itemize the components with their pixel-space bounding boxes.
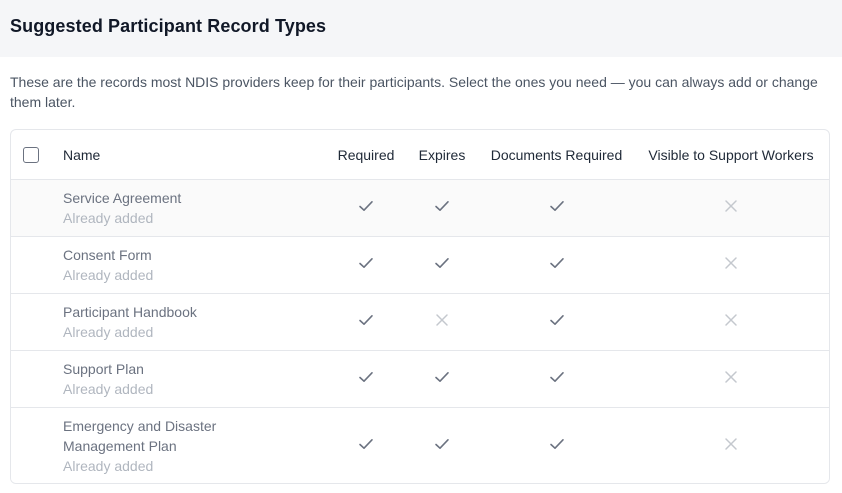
record-name-cell: Emergency and Disaster Management Plan Al… [63, 408, 328, 484]
required-cell [328, 350, 404, 408]
select-all-checkbox[interactable] [23, 147, 39, 164]
row-select-cell [11, 293, 63, 351]
check-icon [358, 436, 374, 457]
record-type-name: Emergency and Disaster Management Plan [63, 418, 217, 455]
column-header-visible-to-support-workers[interactable]: Visible to Support Workers [633, 130, 829, 180]
record-types-table: Name Required Expires Documents Required… [10, 129, 830, 484]
documents-required-cell [480, 179, 633, 237]
check-icon [434, 255, 450, 276]
record-name-cell: Participant Handbook Already added [63, 293, 328, 351]
check-icon [434, 369, 450, 390]
record-status: Already added [63, 381, 154, 397]
expires-cell [404, 293, 480, 351]
row-select-cell [11, 408, 63, 484]
table-row: Emergency and Disaster Management Plan Al… [11, 407, 829, 484]
x-icon [723, 436, 739, 457]
expires-cell [404, 179, 480, 237]
x-icon [723, 255, 739, 276]
required-cell [328, 236, 404, 294]
page-header: Suggested Participant Record Types [0, 0, 842, 57]
record-status: Already added [63, 210, 154, 226]
visible-cell [633, 236, 829, 294]
check-icon [358, 198, 374, 219]
visible-cell [633, 179, 829, 237]
record-name-cell: Support Plan Already added [63, 350, 328, 408]
required-cell [328, 179, 404, 237]
documents-required-cell [480, 236, 633, 294]
row-select-cell [11, 179, 63, 237]
table-row: Consent Form Already added [11, 236, 829, 294]
record-type-name: Service Agreement [63, 190, 182, 206]
page-description: These are the records most NDIS provider… [10, 74, 818, 110]
row-select-cell [11, 350, 63, 408]
record-type-name: Participant Handbook [63, 304, 197, 320]
table-header-row: Name Required Expires Documents Required… [11, 130, 829, 180]
documents-required-cell [480, 293, 633, 351]
check-icon [434, 198, 450, 219]
select-all-cell [11, 130, 63, 180]
record-status: Already added [63, 324, 154, 340]
check-icon [358, 312, 374, 333]
record-name-cell: Consent Form Already added [63, 236, 328, 294]
check-icon [434, 436, 450, 457]
check-icon [358, 255, 374, 276]
record-name-cell: Service Agreement Already added [63, 179, 328, 237]
x-icon [723, 198, 739, 219]
x-icon [723, 369, 739, 390]
table-row: Participant Handbook Already added [11, 293, 829, 351]
visible-cell [633, 293, 829, 351]
record-status: Already added [63, 458, 154, 475]
documents-required-cell [480, 408, 633, 484]
record-type-name: Consent Form [63, 247, 152, 263]
expires-cell [404, 408, 480, 484]
required-cell [328, 408, 404, 484]
check-icon [549, 198, 565, 219]
expires-cell [404, 236, 480, 294]
check-icon [549, 255, 565, 276]
column-header-required[interactable]: Required [328, 130, 404, 180]
check-icon [549, 436, 565, 457]
table-row: Service Agreement Already added [11, 179, 829, 237]
column-header-name[interactable]: Name [63, 130, 328, 180]
page-title: Suggested Participant Record Types [10, 16, 327, 36]
required-cell [328, 293, 404, 351]
visible-cell [633, 408, 829, 484]
check-icon [549, 312, 565, 333]
table-row: Support Plan Already added [11, 350, 829, 408]
visible-cell [633, 350, 829, 408]
record-status: Already added [63, 267, 154, 283]
row-select-cell [11, 236, 63, 294]
check-icon [549, 369, 565, 390]
check-icon [358, 369, 374, 390]
record-type-name: Support Plan [63, 361, 144, 377]
expires-cell [404, 350, 480, 408]
documents-required-cell [480, 350, 633, 408]
column-header-documents-required[interactable]: Documents Required [480, 130, 633, 180]
x-icon [434, 312, 450, 333]
column-header-expires[interactable]: Expires [404, 130, 480, 180]
x-icon [723, 312, 739, 333]
